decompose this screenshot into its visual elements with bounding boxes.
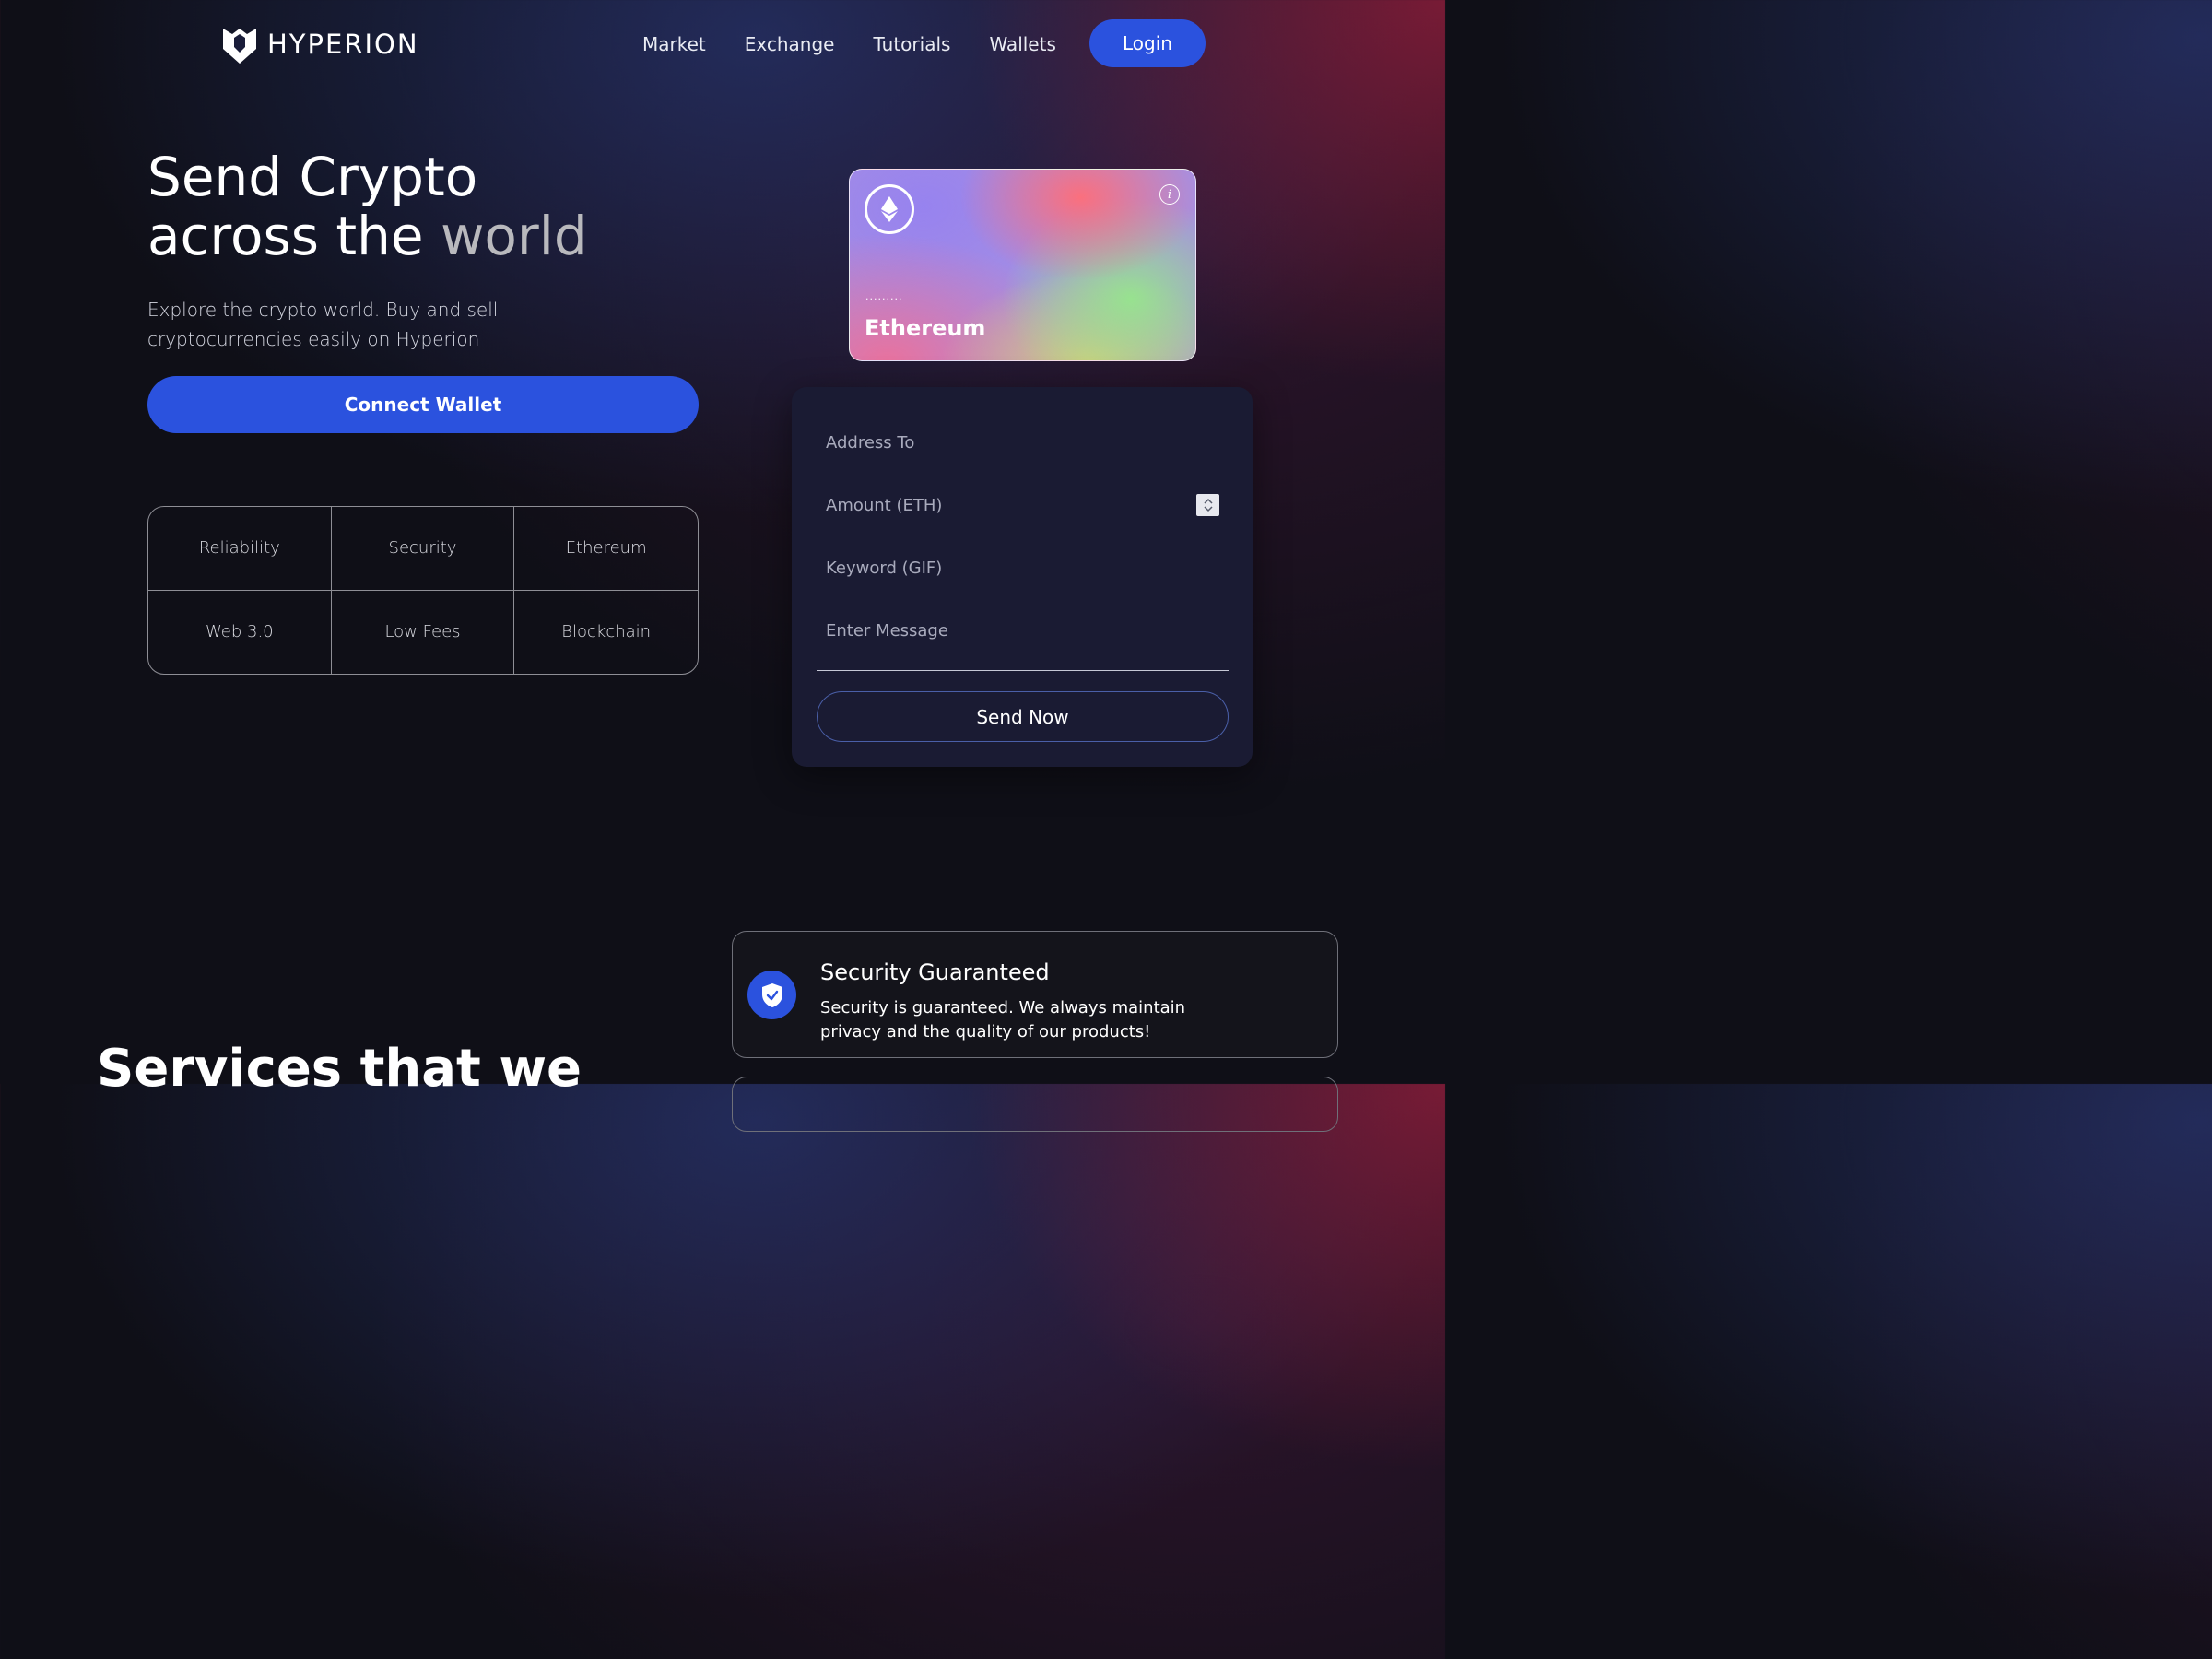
login-button[interactable]: Login xyxy=(1089,19,1206,67)
feature-web3: Web 3.0 xyxy=(148,590,332,674)
keyword-input[interactable] xyxy=(826,549,1213,586)
feature-grid: Reliability Security Ethereum Web 3.0 Lo… xyxy=(147,506,699,675)
feature-low-fees: Low Fees xyxy=(332,590,515,674)
hero-title: Send Crypto across the world xyxy=(147,147,588,265)
message-input[interactable] xyxy=(826,612,1213,649)
service-card-security: Security Guaranteed Security is guarante… xyxy=(732,931,1338,1058)
service-card-next xyxy=(732,1077,1338,1132)
brand-name: HYPERION xyxy=(267,29,419,60)
address-to-input[interactable] xyxy=(826,424,1213,461)
service-description: Security is guaranteed. We always mainta… xyxy=(820,998,1186,1041)
send-form: Send Now xyxy=(792,387,1253,767)
services-heading: Services that we xyxy=(97,1039,582,1099)
feature-ethereum: Ethereum xyxy=(514,507,698,591)
hero-title-highlight: world xyxy=(440,205,588,267)
send-now-button[interactable]: Send Now xyxy=(817,691,1229,742)
hero-subtitle: Explore the crypto world. Buy and sell c… xyxy=(147,299,499,350)
nav-tutorials[interactable]: Tutorials xyxy=(873,31,950,57)
feature-security: Security xyxy=(331,507,515,591)
hero-title-line2: across the xyxy=(147,205,441,267)
nav-wallets[interactable]: Wallets xyxy=(989,31,1055,57)
nav-exchange[interactable]: Exchange xyxy=(745,31,835,57)
nav-market[interactable]: Market xyxy=(642,31,706,57)
hyperion-logo-icon xyxy=(223,29,256,64)
form-divider xyxy=(817,670,1229,671)
stepper-arrows-icon xyxy=(1203,498,1213,512)
feature-reliability: Reliability xyxy=(148,507,332,591)
main-nav: Market Exchange Tutorials Wallets xyxy=(642,31,1095,57)
brand-logo[interactable]: HYPERION xyxy=(221,25,419,64)
hero-title-line1: Send Crypto xyxy=(147,146,478,208)
ethereum-icon xyxy=(865,184,914,234)
amount-stepper[interactable] xyxy=(1196,494,1219,516)
service-title: Security Guaranteed xyxy=(820,959,1050,985)
connect-wallet-button[interactable]: Connect Wallet xyxy=(147,376,699,433)
feature-blockchain: Blockchain xyxy=(561,622,652,642)
shield-check-icon xyxy=(747,971,796,1019)
wallet-address: ········· xyxy=(865,293,903,305)
network-name: Ethereum xyxy=(865,315,986,341)
info-icon[interactable]: i xyxy=(1159,184,1180,205)
ethereum-card: i ········· Ethereum xyxy=(849,169,1196,361)
amount-input[interactable] xyxy=(826,487,1213,524)
